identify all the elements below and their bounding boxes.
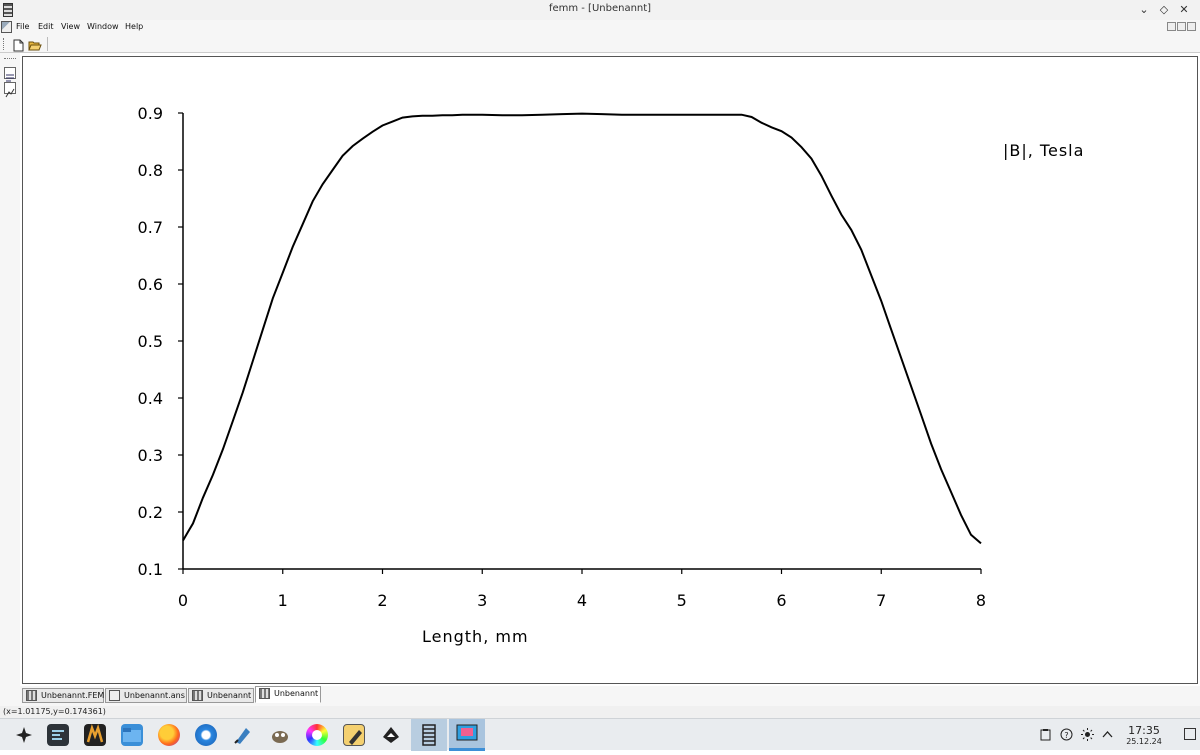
y-tick-label: 0.6 — [138, 275, 163, 294]
text-editor-icon[interactable] — [343, 724, 365, 746]
maximize-button[interactable]: ◇ — [1156, 2, 1172, 18]
toolbar — [0, 35, 1200, 53]
screenshot-icon[interactable] — [449, 719, 485, 751]
window-title: femm - [Unbenannt] — [548, 3, 652, 14]
clock-time[interactable]: 17:35 — [1120, 724, 1168, 737]
y-tick-label: 0.5 — [138, 332, 163, 351]
new-file-icon[interactable] — [12, 37, 25, 52]
clock-date[interactable]: 25.12.24 — [1120, 737, 1168, 746]
color-picker-icon[interactable] — [306, 724, 328, 746]
tab-label: Unbenannt.FEM — [41, 691, 105, 700]
menu-view[interactable]: View — [61, 22, 80, 31]
x-tick-label: 3 — [477, 591, 487, 610]
tab-view-doc[interactable]: Unbenannt — [188, 688, 254, 703]
solution-doc-icon — [109, 690, 120, 701]
inkscape-alt-icon[interactable] — [380, 724, 402, 746]
y-tick-label: 0.4 — [138, 389, 163, 408]
view-doc-icon — [192, 690, 203, 701]
gimp-icon[interactable] — [269, 724, 291, 746]
title-bar: femm - [Unbenannt] ⌄ ◇ ✕ — [0, 0, 1200, 20]
y-tick-label: 0.9 — [138, 104, 163, 123]
x-tick-label: 4 — [577, 591, 587, 610]
tray-expand-icon[interactable] — [1101, 728, 1114, 741]
toolbar-grip[interactable] — [3, 38, 5, 50]
plot-edit-icon[interactable] — [4, 82, 16, 98]
tab-solution-doc[interactable]: Unbenannt.ans — [105, 688, 187, 703]
firefox-icon[interactable] — [158, 724, 180, 746]
close-button[interactable]: ✕ — [1176, 2, 1192, 18]
x-tick-label: 8 — [976, 591, 986, 610]
x-ticks: 0 1 2 3 4 5 6 7 8 — [178, 569, 986, 610]
inkscape-icon[interactable] — [232, 724, 254, 746]
app-launcher-icon[interactable] — [13, 724, 35, 746]
document-tabs: Unbenannt.FEM Unbenannt.ans Unbenannt Un… — [0, 686, 1200, 706]
menu-help[interactable]: Help — [125, 22, 143, 31]
plot-canvas[interactable]: 0 1 2 3 4 5 6 7 8 0.1 0.2 0.3 0.4 0.5 0.6 0.7 0.8 0.9 |B… — [23, 57, 1197, 683]
status-bar: (x=1.01175,y=0.174361) — [0, 706, 1200, 718]
brightness-icon[interactable] — [1081, 728, 1094, 741]
x-tick-label: 7 — [876, 591, 886, 610]
terminal-icon[interactable] — [47, 724, 69, 746]
mdi-restore-button[interactable] — [1177, 22, 1186, 31]
help-icon[interactable]: ? — [1060, 728, 1073, 741]
tab-label: Unbenannt — [207, 691, 252, 700]
x-tick-label: 6 — [776, 591, 786, 610]
x-axis-title: Length, mm — [422, 627, 529, 646]
mdi-minimize-button[interactable] — [1167, 22, 1176, 31]
taskbar: ? 17:35 25.12.24 — [0, 718, 1200, 751]
clipboard-icon[interactable] — [1039, 728, 1052, 741]
toolbar-separator — [47, 37, 48, 51]
cursor-coordinates: (x=1.01175,y=0.174361) — [3, 707, 106, 716]
mdi-close-button[interactable] — [1187, 22, 1196, 31]
view-results-icon[interactable] — [4, 67, 16, 82]
thunderbird-icon[interactable] — [195, 724, 217, 746]
x-tick-label: 0 — [178, 591, 188, 610]
file-manager-icon[interactable] — [121, 724, 143, 746]
plot-axes — [182, 113, 981, 570]
show-desktop-icon[interactable] — [1184, 728, 1196, 740]
legend-label: |B|, Tesla — [1003, 141, 1084, 160]
tab-label: Unbenannt.ans — [124, 691, 185, 700]
y-tick-label: 0.2 — [138, 503, 163, 522]
left-toolbar — [0, 53, 20, 703]
tab-label: Unbenannt — [274, 689, 319, 698]
minimize-button[interactable]: ⌄ — [1136, 2, 1152, 18]
app-m-icon[interactable] — [84, 724, 106, 746]
y-tick-label: 0.8 — [138, 161, 163, 180]
svg-text:?: ? — [1064, 731, 1068, 740]
open-folder-icon[interactable] — [28, 37, 42, 51]
x-tick-label: 5 — [677, 591, 687, 610]
menu-bar: File Edit View Window Help — [0, 20, 1200, 35]
document-menu-icon[interactable] — [1, 21, 12, 33]
x-tick-label: 2 — [377, 591, 387, 610]
y-ticks: 0.1 0.2 0.3 0.4 0.5 0.6 0.7 0.8 0.9 — [138, 104, 183, 579]
menu-window[interactable]: Window — [87, 22, 119, 31]
plot-doc-icon — [259, 688, 270, 699]
left-toolbar-grip[interactable] — [4, 58, 16, 60]
x-tick-label: 1 — [278, 591, 288, 610]
femm-icon[interactable] — [411, 719, 447, 751]
plot-window[interactable]: 0 1 2 3 4 5 6 7 8 0.1 0.2 0.3 0.4 0.5 0.6 0.7 0.8 0.9 |B… — [22, 56, 1198, 684]
femm-doc-icon — [26, 690, 37, 701]
y-tick-label: 0.3 — [138, 446, 163, 465]
b-field-series-line — [182, 112, 982, 545]
menu-file[interactable]: File — [16, 22, 29, 31]
y-tick-label: 0.1 — [138, 560, 163, 579]
menu-edit[interactable]: Edit — [38, 22, 54, 31]
tab-femm-doc[interactable]: Unbenannt.FEM — [22, 688, 104, 703]
tab-plot-doc[interactable]: Unbenannt — [255, 686, 321, 703]
y-tick-label: 0.7 — [138, 218, 163, 237]
